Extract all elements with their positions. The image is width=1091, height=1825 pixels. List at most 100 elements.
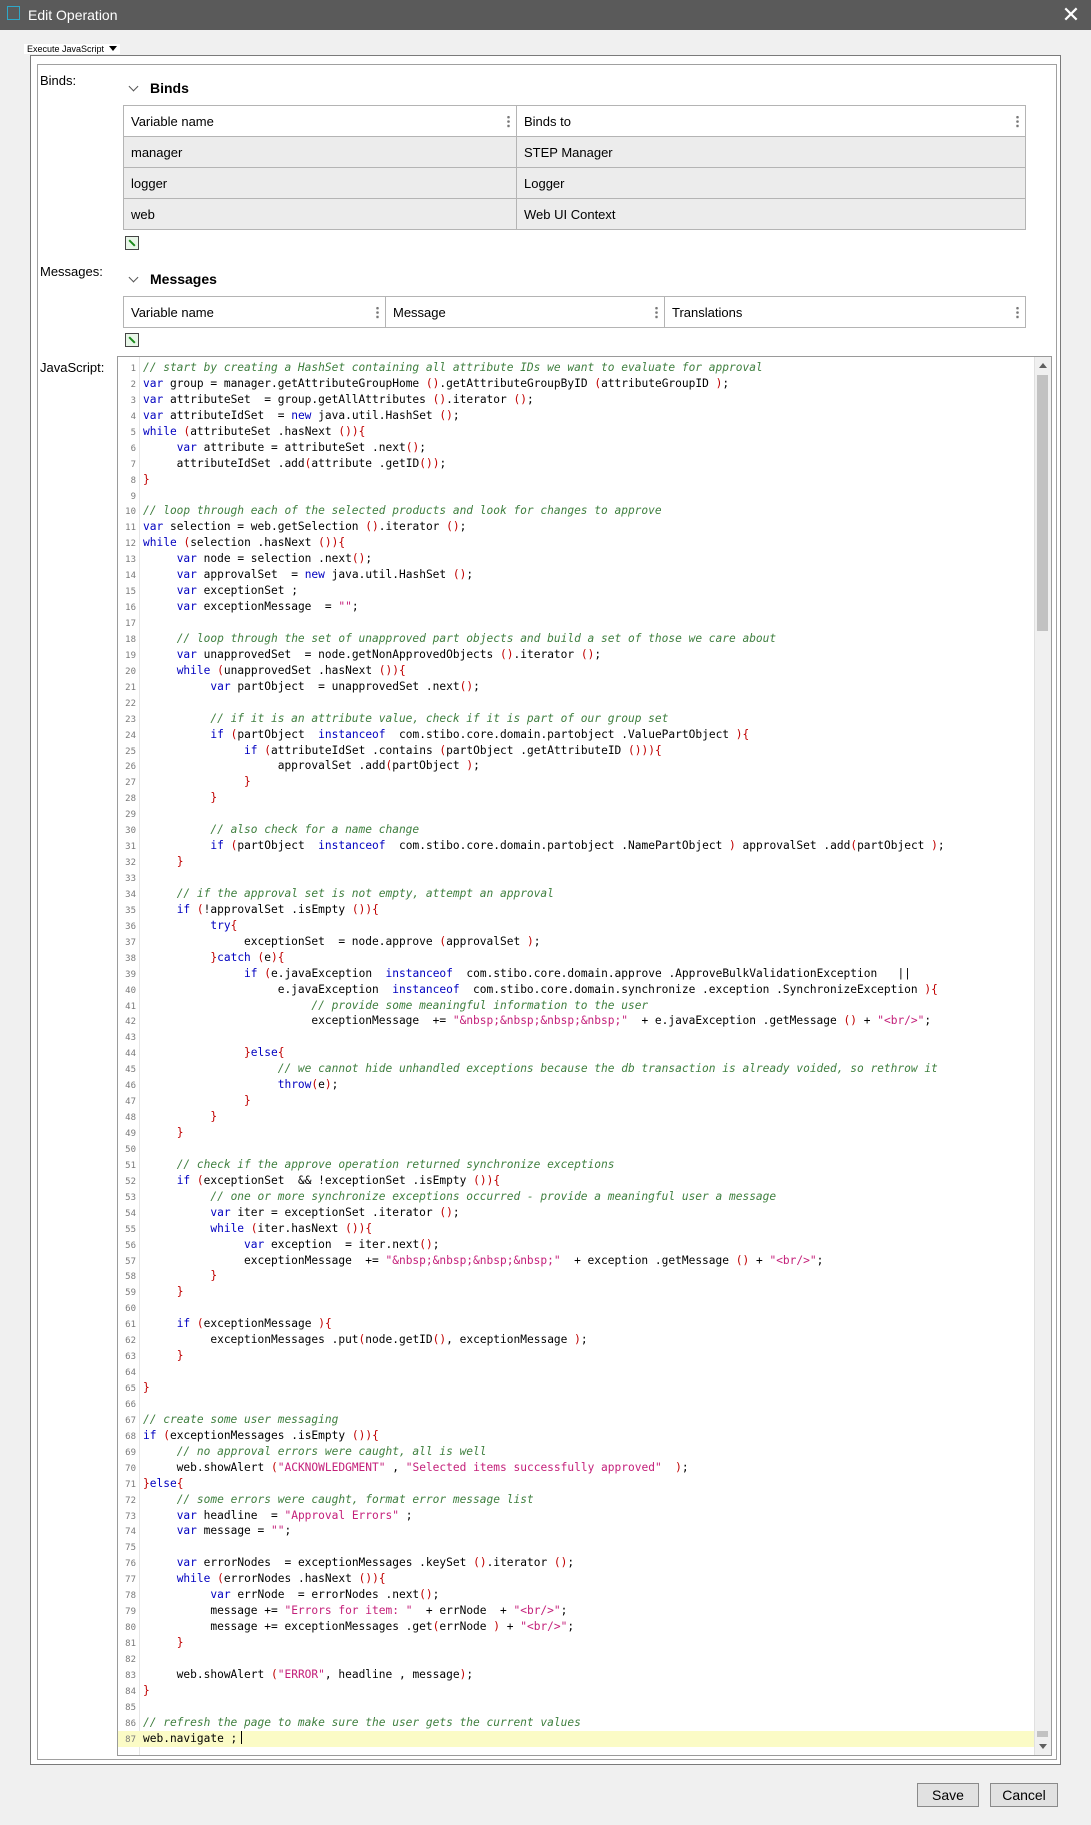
table-row[interactable]: web Web UI Context (123, 198, 1026, 230)
bind-variable-cell[interactable]: logger (123, 167, 517, 199)
code-text[interactable]: }catch (e){ (143, 951, 284, 964)
code-line[interactable]: 32 } (118, 854, 1036, 870)
code-text[interactable]: } (143, 473, 150, 486)
code-line[interactable]: 57 exceptionMessage += "&nbsp;&nbsp;&nbs… (118, 1253, 1036, 1269)
code-line[interactable]: 77 while (errorNodes .hasNext ()){ (118, 1571, 1036, 1587)
code-text[interactable]: if (exceptionSet && !exceptionSet .isEmp… (143, 1174, 500, 1187)
code-text[interactable]: // provide some meaningful information t… (143, 999, 648, 1012)
code-text[interactable]: message += "Errors for item: " + errNode… (143, 1604, 567, 1617)
code-line[interactable]: 24 if (partObject instanceof com.stibo.c… (118, 727, 1036, 743)
code-line[interactable]: 87 web.navigate ; (118, 1730, 1036, 1747)
code-line[interactable]: 34 // if the approval set is not empty, … (118, 886, 1036, 902)
code-text[interactable]: if (exceptionMessages .isEmpty ()){ (143, 1429, 379, 1442)
binds-group-header[interactable]: Binds (128, 80, 189, 96)
code-text[interactable]: if (attributeIdSet .contains (partObject… (143, 744, 662, 757)
code-line[interactable]: 85 (118, 1699, 1036, 1715)
code-line[interactable]: 79 message += "Errors for item: " + errN… (118, 1603, 1036, 1619)
code-text[interactable]: while (iter.hasNext ()){ (143, 1222, 372, 1235)
code-text[interactable]: web.showAlert ("ACKNOWLEDGMENT" , "Selec… (143, 1461, 689, 1474)
code-text[interactable]: web.navigate ; (143, 1732, 237, 1745)
close-icon[interactable]: ✕ (1059, 2, 1083, 28)
code-line[interactable]: 35 if (!approvalSet .isEmpty ()){ (118, 902, 1036, 918)
code-line[interactable]: 84} (118, 1683, 1036, 1699)
bind-variable-cell[interactable]: web (123, 198, 517, 230)
code-text[interactable]: } (143, 1684, 150, 1697)
code-text[interactable]: // one or more synchronize exceptions oc… (143, 1190, 776, 1203)
column-menu-icon[interactable] (507, 115, 510, 128)
code-text[interactable]: var attributeSet = group.getAllAttribute… (143, 393, 534, 406)
code-text[interactable]: var selection = web.getSelection ().iter… (143, 520, 466, 533)
code-line[interactable]: 47 } (118, 1093, 1036, 1109)
code-line[interactable]: 70 web.showAlert ("ACKNOWLEDGMENT" , "Se… (118, 1460, 1036, 1476)
code-line[interactable]: 56 var exception = iter.next(); (118, 1237, 1036, 1253)
code-text[interactable]: while (unapprovedSet .hasNext ()){ (143, 664, 406, 677)
code-line[interactable]: 45 // we cannot hide unhandled exception… (118, 1061, 1036, 1077)
code-line[interactable]: 50 (118, 1141, 1036, 1157)
code-line[interactable]: 41 // provide some meaningful informatio… (118, 998, 1036, 1014)
code-area[interactable]: 1// start by creating a HashSet containi… (118, 360, 1036, 1747)
code-line[interactable]: 13 var node = selection .next(); (118, 551, 1036, 567)
code-text[interactable]: } (143, 1094, 251, 1107)
code-line[interactable]: 69 // no approval errors were caught, al… (118, 1444, 1036, 1460)
messages-group-header[interactable]: Messages (128, 271, 217, 287)
code-text[interactable]: // create some user messaging (143, 1413, 338, 1426)
code-text[interactable]: } (143, 1381, 150, 1394)
code-line[interactable]: 11 var selection = web.getSelection ().it… (118, 519, 1036, 535)
code-line[interactable]: 59 } (118, 1284, 1036, 1300)
cancel-button[interactable]: Cancel (990, 1783, 1058, 1807)
column-menu-icon[interactable] (1016, 306, 1019, 319)
code-text[interactable]: var headline = "Approval Errors" ; (143, 1509, 413, 1522)
code-line[interactable]: 36 try{ (118, 918, 1036, 934)
code-text[interactable]: } (143, 791, 217, 804)
code-line[interactable]: 20 while (unapprovedSet .hasNext ()){ (118, 663, 1036, 679)
code-line[interactable]: 19 var unapprovedSet = node.getNonApprov… (118, 647, 1036, 663)
scroll-down-icon[interactable] (1039, 1744, 1047, 1749)
code-line[interactable]: 53 // one or more synchronize exceptions… (118, 1189, 1036, 1205)
bind-target-cell[interactable]: Logger (516, 167, 1026, 199)
messages-column-translations[interactable]: Translations (664, 296, 1026, 328)
bind-variable-cell[interactable]: manager (123, 136, 517, 168)
binds-column-variable-name[interactable]: Variable name (123, 105, 517, 137)
code-text[interactable]: exceptionSet = node.approve (approvalSet… (143, 935, 540, 948)
messages-column-variable-name[interactable]: Variable name (123, 296, 386, 328)
code-line[interactable]: 3 var attributeSet = group.getAllAttribut… (118, 392, 1036, 408)
code-text[interactable]: if (partObject instanceof com.stibo.core… (143, 728, 749, 741)
code-text[interactable]: } (143, 775, 251, 788)
column-menu-icon[interactable] (376, 306, 379, 319)
code-line[interactable]: 15 var exceptionSet ; (118, 583, 1036, 599)
code-text[interactable]: // no approval errors were caught, all i… (143, 1445, 487, 1458)
code-text[interactable]: } (143, 1126, 184, 1139)
code-text[interactable]: // if it is an attribute value, check if… (143, 712, 668, 725)
code-text[interactable]: if (exceptionMessage ){ (143, 1317, 332, 1330)
code-line[interactable]: 8} (118, 472, 1036, 488)
code-line[interactable]: 66 (118, 1396, 1036, 1412)
code-line[interactable]: 39 if (e.javaException instanceof com.st… (118, 966, 1036, 982)
code-line[interactable]: 16 var exceptionMessage = ""; (118, 599, 1036, 615)
code-text[interactable]: var node = selection .next(); (143, 552, 372, 565)
code-text[interactable]: while (attributeSet .hasNext ()){ (143, 425, 365, 438)
code-text[interactable]: } (143, 855, 184, 868)
code-text[interactable]: var errNode = errorNodes .next(); (143, 1588, 439, 1601)
code-line[interactable]: 1// start by creating a HashSet containi… (118, 360, 1036, 376)
code-line[interactable]: 44 }else{ (118, 1045, 1036, 1061)
code-text[interactable]: // also check for a name change (143, 823, 419, 836)
code-line[interactable]: 42 exceptionMessage += "&nbsp;&nbsp;&nbs… (118, 1013, 1036, 1029)
code-text[interactable]: } (143, 1349, 184, 1362)
vertical-scrollbar[interactable] (1034, 357, 1051, 1755)
code-text[interactable]: while (errorNodes .hasNext ()){ (143, 1572, 386, 1585)
javascript-editor[interactable]: 1// start by creating a HashSet containi… (117, 356, 1052, 1756)
code-line[interactable]: 22 (118, 695, 1036, 711)
code-line[interactable]: 4 var attributeIdSet = new java.util.Hash… (118, 408, 1036, 424)
code-line[interactable]: 40 e.javaException instanceof com.stibo.… (118, 982, 1036, 998)
code-line[interactable]: 71}else{ (118, 1476, 1036, 1492)
code-text[interactable]: while (selection .hasNext ()){ (143, 536, 345, 549)
code-line[interactable]: 26 approvalSet .add(partObject ); (118, 758, 1036, 774)
code-text[interactable]: throw(e); (143, 1078, 339, 1091)
bind-target-cell[interactable]: Web UI Context (516, 198, 1026, 230)
code-line[interactable]: 17 (118, 615, 1036, 631)
code-text[interactable]: var group = manager.getAttributeGroupHom… (143, 377, 729, 390)
code-line[interactable]: 80 message += exceptionMessages .get(err… (118, 1619, 1036, 1635)
code-text[interactable]: exceptionMessages .put(node.getID(), exc… (143, 1333, 587, 1346)
code-text[interactable]: // refresh the page to make sure the use… (143, 1716, 581, 1729)
scrollbar-thumb[interactable] (1037, 375, 1048, 631)
